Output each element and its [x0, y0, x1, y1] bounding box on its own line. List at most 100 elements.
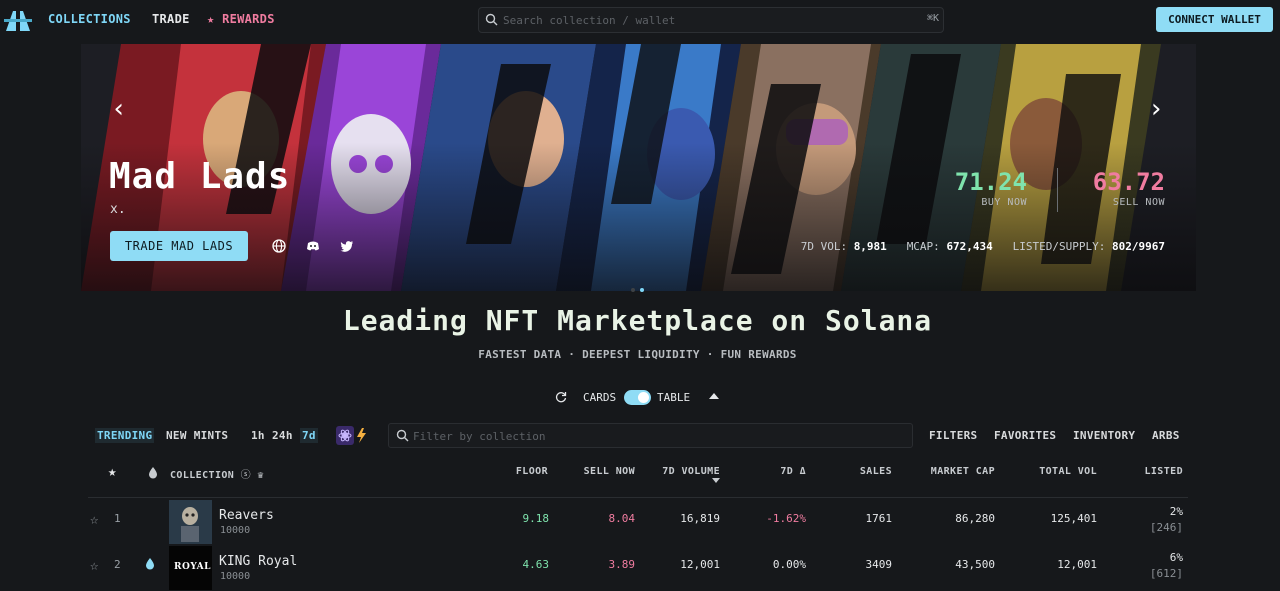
header-sell-now[interactable]: SELL NOW [555, 466, 635, 477]
hero-title: Mad Lads [109, 156, 291, 197]
row-rank: 1 [114, 512, 121, 525]
trade-mad-lads-button[interactable]: TRADE MAD LADS [110, 231, 248, 261]
collapse-chevron-icon[interactable] [709, 393, 719, 399]
thumbnail-text: ROYAL [174, 562, 211, 572]
carousel-dot[interactable] [631, 288, 635, 292]
droplet-icon[interactable] [148, 466, 158, 479]
total-volume: 12,001 [1057, 558, 1097, 571]
header-floor[interactable]: FLOOR [468, 466, 548, 477]
listed-percent: 6% [1169, 551, 1183, 564]
change-7d: 0.00% [772, 558, 806, 571]
view-switch[interactable] [624, 390, 651, 405]
table-row[interactable]: ☆ 1 Reavers 10000 9.18 8.04 16,819 -1.62… [88, 499, 1188, 545]
droplet-icon [146, 558, 154, 570]
search-icon [396, 429, 409, 442]
price-divider [1057, 168, 1058, 212]
magic-eden-logo-icon[interactable] [4, 7, 32, 33]
change-7d: -1.62% [766, 512, 806, 525]
header-collection-label: COLLECTION [170, 470, 235, 481]
carousel-next-icon[interactable]: › [1141, 94, 1171, 124]
vol-value: 8,981 [853, 240, 887, 253]
hero-subtitle: x. [110, 202, 126, 217]
sell-now-price: 3.89 [608, 558, 636, 571]
nav-rewards[interactable]: ★ REWARDS [207, 12, 275, 26]
filter-bar: TRENDING NEW MINTS 1h 24h 7d FILTERS FAV… [0, 423, 1280, 449]
cards-view-label[interactable]: CARDS [583, 391, 616, 404]
collection-name[interactable]: KING Royal [219, 554, 297, 569]
table-row[interactable]: ☆ 2 ROYAL KING Royal 10000 4.63 3.89 12,… [88, 545, 1188, 591]
collection-name[interactable]: Reavers [219, 508, 274, 523]
market-cap: 43,500 [955, 558, 995, 571]
search-shortcut: ⌘K [926, 13, 939, 24]
table-header: ★ COLLECTION ⓢ ♛ FLOOR SELL NOW 7D VOLUM… [88, 458, 1188, 498]
carousel-dots [631, 277, 649, 296]
connect-wallet-button[interactable]: CONNECT WALLET [1156, 7, 1273, 32]
mcap-label: MCAP: [906, 240, 940, 253]
arbs-button[interactable]: ARBS [1152, 429, 1180, 442]
twitter-icon[interactable] [340, 239, 354, 253]
star-icon[interactable]: ★ [108, 464, 117, 480]
chain-filter-icons[interactable] [336, 426, 372, 445]
listed-percent: 2% [1169, 505, 1183, 518]
globe-icon[interactable] [272, 239, 286, 253]
table-view-label[interactable]: TABLE [657, 391, 690, 404]
header-7d-change[interactable]: 7D Δ [726, 466, 806, 477]
collection-supply: 10000 [220, 571, 251, 582]
header-sales[interactable]: SALES [812, 466, 892, 477]
sell-now-price: 8.04 [608, 512, 636, 525]
buy-now-price[interactable]: 71.24 [941, 168, 1027, 196]
favorites-button[interactable]: FAVORITES [994, 429, 1056, 442]
sales-count: 1761 [865, 512, 893, 525]
header-total-vol[interactable]: TOTAL VOL [1017, 466, 1097, 477]
search-icon [485, 13, 498, 26]
header-7d-volume[interactable]: 7D VOLUME [640, 466, 720, 477]
nav-trade[interactable]: TRADE [152, 12, 190, 26]
header-listed[interactable]: LISTED [1103, 466, 1183, 477]
tab-new-mints[interactable]: NEW MINTS [166, 429, 228, 442]
sell-now-price[interactable]: 63.72 [1081, 168, 1165, 196]
page-tagline: FASTEST DATA · DEEPEST LIQUIDITY · FUN R… [478, 348, 797, 361]
tab-trending[interactable]: TRENDING [95, 428, 155, 443]
collection-thumbnail[interactable]: ROYAL [169, 546, 212, 590]
favorite-star-icon[interactable]: ☆ [90, 512, 98, 528]
top-nav: COLLECTIONS TRADE ★ REWARDS ⌘K CONNECT W… [0, 0, 1280, 40]
carousel-dot-active[interactable] [640, 288, 644, 292]
market-cap: 86,280 [955, 512, 995, 525]
row-rank: 2 [114, 558, 121, 571]
floor-price: 4.63 [522, 558, 550, 571]
nav-rewards-label: REWARDS [222, 12, 275, 26]
filters-button[interactable]: FILTERS [929, 429, 977, 442]
hero-banner[interactable]: ‹ › Mad Lads x. TRADE MAD LADS 71.24 BUY… [81, 44, 1196, 291]
global-search[interactable]: ⌘K [478, 7, 944, 33]
hero-stats: 7D VOL: 8,981 MCAP: 672,434 LISTED/SUPPL… [801, 240, 1165, 253]
nav-collections[interactable]: COLLECTIONS [48, 12, 131, 26]
info-icon: ⓢ [240, 470, 252, 481]
sales-count: 3409 [865, 558, 893, 571]
floor-price: 9.18 [522, 512, 550, 525]
collection-thumbnail[interactable] [169, 500, 212, 544]
mcap-value: 672,434 [946, 240, 993, 253]
volume-7d: 16,819 [680, 512, 720, 525]
listed-label: LISTED/SUPPLY: [1012, 240, 1106, 253]
star-icon: ★ [207, 12, 215, 26]
total-volume: 125,401 [1050, 512, 1097, 525]
listed-count: [612] [1149, 567, 1183, 580]
listed-value: 802/9967 [1112, 240, 1165, 253]
carousel-prev-icon[interactable]: ‹ [104, 94, 134, 124]
favorite-star-icon[interactable]: ☆ [90, 558, 98, 574]
collection-filter[interactable] [388, 423, 913, 448]
discord-icon[interactable] [306, 239, 320, 253]
volume-7d: 12,001 [680, 558, 720, 571]
header-market-cap[interactable]: MARKET CAP [915, 466, 995, 477]
search-input[interactable] [503, 11, 903, 29]
switch-knob [638, 392, 649, 403]
listed-count: [246] [1149, 521, 1183, 534]
period-1h[interactable]: 1h [251, 429, 265, 442]
collection-filter-input[interactable] [413, 427, 893, 445]
period-7d[interactable]: 7d [300, 428, 318, 443]
header-collection[interactable]: COLLECTION ⓢ ♛ [170, 466, 264, 481]
period-24h[interactable]: 24h [272, 429, 293, 442]
sell-now-label: SELL NOW [1112, 197, 1165, 208]
inventory-button[interactable]: INVENTORY [1073, 429, 1135, 442]
refresh-icon[interactable] [555, 391, 567, 403]
